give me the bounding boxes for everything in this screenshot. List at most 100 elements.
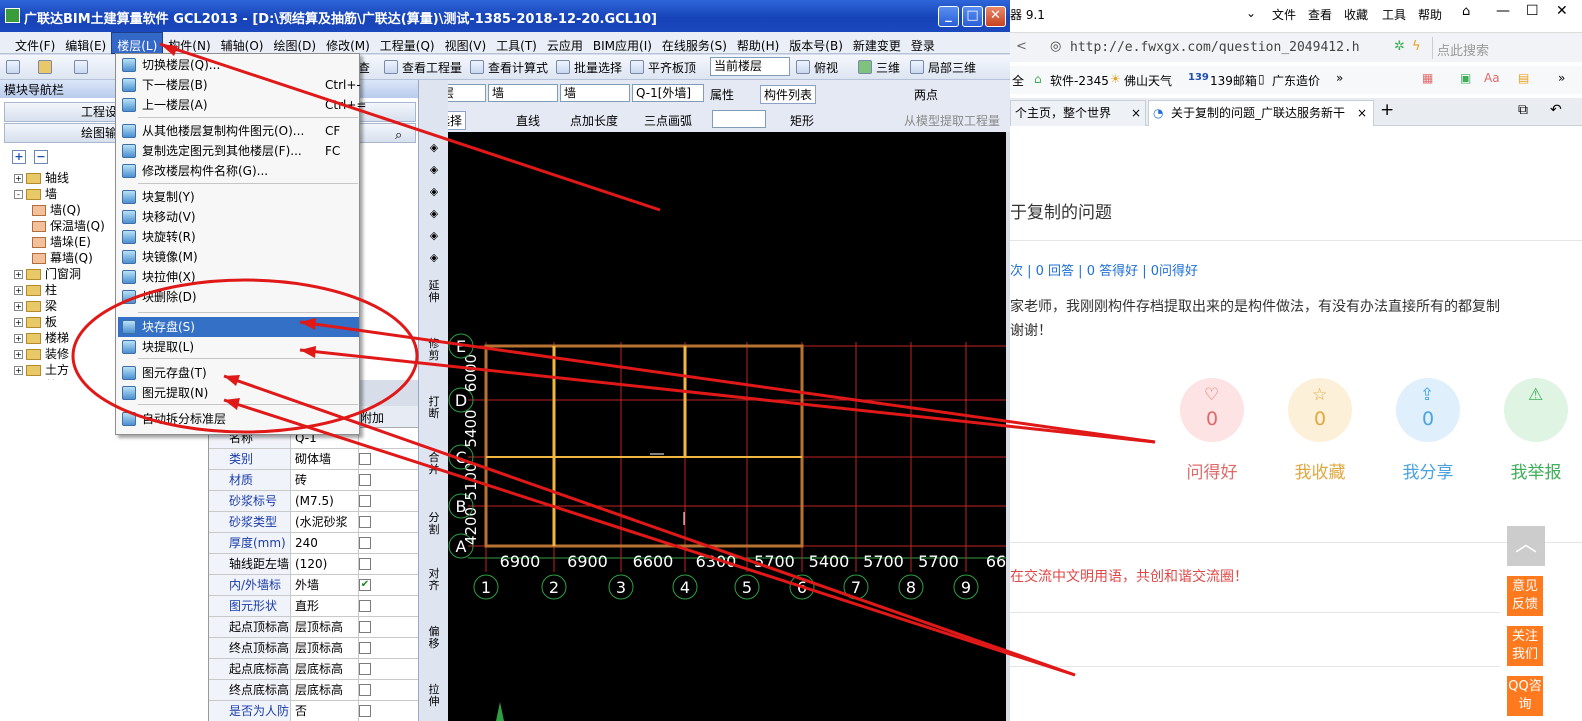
floor-menu-item[interactable]: 从其他楼层复制构件图元(O)... CF: [118, 121, 359, 141]
menu-new-change[interactable]: 新建变更: [848, 33, 906, 55]
tree-item[interactable]: + 装修: [14, 346, 69, 362]
floor-menu-item[interactable]: 切换楼层(Q)...: [118, 55, 359, 75]
menu-help[interactable]: 帮助(H): [732, 33, 784, 55]
expand-icon[interactable]: +: [14, 270, 23, 279]
property-value[interactable]: 层顶标高: [293, 617, 359, 637]
property-checkbox[interactable]: [359, 495, 371, 507]
url-field[interactable]: http://e.fwxgx.com/question_2049412.h: [1070, 40, 1390, 55]
property-row[interactable]: 材质砖: [209, 470, 419, 491]
three-d-icon[interactable]: [858, 59, 872, 74]
property-row[interactable]: 内/外墙标 外墙 ✔: [209, 575, 419, 596]
property-value[interactable]: 否: [293, 701, 359, 721]
expand-icon[interactable]: +: [14, 350, 23, 359]
property-checkbox[interactable]: [359, 663, 371, 675]
tab-close-icon[interactable]: ×: [1131, 101, 1141, 125]
property-checkbox[interactable]: ✔: [359, 579, 371, 591]
property-row[interactable]: 砂浆标号 (M7.5): [209, 491, 419, 512]
menu-view[interactable]: 视图(V): [440, 33, 492, 55]
property-checkbox[interactable]: [359, 537, 371, 549]
tree-item[interactable]: 墙(Q): [32, 202, 81, 218]
floor-menu-item[interactable]: 图元提取(N): [118, 383, 359, 403]
feedback-button[interactable]: 意见反馈: [1507, 576, 1543, 616]
expand-icon[interactable]: +: [14, 366, 23, 375]
property-row[interactable]: 类别 砌体墙: [209, 449, 419, 470]
expand-icon[interactable]: +: [14, 318, 23, 327]
property-row[interactable]: 轴线距左墙 (120): [209, 554, 419, 575]
tree-item[interactable]: 保温墙(Q): [32, 218, 105, 234]
view-formula-button[interactable]: 查看计算式: [488, 59, 548, 76]
property-checkbox[interactable]: [359, 642, 371, 654]
two-point-button[interactable]: 两点: [914, 86, 938, 103]
fav-139mail[interactable]: 139邮箱: [1210, 72, 1257, 89]
vtool-button[interactable]: 分割: [425, 512, 443, 536]
action-circle-button[interactable]: ♡ 0: [1180, 378, 1244, 442]
rectangle-tool-button[interactable]: 矩形: [790, 112, 814, 129]
tab-list-icon[interactable]: ⧉: [1518, 102, 1528, 118]
menu-online[interactable]: 在线服务(S): [657, 33, 732, 55]
edit-tool-icon[interactable]: ◈: [425, 142, 443, 154]
batch-select-button[interactable]: 批量选择: [574, 59, 622, 76]
menu-modify[interactable]: 修改(M): [321, 33, 375, 55]
extension-icon[interactable]: ▤: [1518, 71, 1529, 85]
tree-item[interactable]: -墙: [14, 186, 57, 202]
edit-tool-icon[interactable]: ◈: [425, 230, 443, 242]
collapse-all-icon[interactable]: −: [34, 150, 48, 164]
menu-tools[interactable]: 工具(T): [491, 33, 542, 55]
vtool-button[interactable]: 修剪: [425, 338, 443, 362]
new-tab-icon[interactable]: +: [1380, 100, 1394, 120]
line-tool-button[interactable]: 直线: [516, 112, 540, 129]
browser-menu-view[interactable]: 查看: [1308, 6, 1332, 23]
floor-menu-item[interactable]: 复制选定图元到其他楼层(F)... FC: [118, 141, 359, 161]
property-checkbox[interactable]: [359, 453, 371, 465]
tree-item[interactable]: + 梁: [14, 298, 57, 314]
property-value[interactable]: 层顶标高: [293, 638, 359, 658]
tree-item[interactable]: + 轴线: [14, 170, 69, 186]
menu-draw[interactable]: 绘图(D): [268, 33, 321, 55]
expand-icon[interactable]: +: [14, 174, 23, 183]
view-quantity-icon[interactable]: [384, 59, 398, 74]
action-circle-button[interactable]: ⇪ 0: [1396, 378, 1460, 442]
vtool-button[interactable]: 打断: [425, 396, 443, 420]
menu-cloud[interactable]: 云应用: [542, 33, 588, 55]
action-circle-button[interactable]: ⚠: [1504, 378, 1568, 442]
fav-gd-cost[interactable]: 广东造价: [1272, 72, 1320, 89]
property-value[interactable]: (M7.5): [293, 491, 359, 511]
floor-menu-item[interactable]: 图元存盘(T): [118, 363, 359, 383]
property-row[interactable]: 砂浆类型 (水泥砂浆: [209, 512, 419, 533]
vtool-button[interactable]: 对齐: [425, 568, 443, 592]
property-checkbox[interactable]: [359, 600, 371, 612]
property-checkbox[interactable]: [359, 474, 371, 486]
align-slab-icon[interactable]: [630, 59, 644, 74]
tree-item[interactable]: + 柱: [14, 282, 57, 298]
floor-menu-item[interactable]: 块旋转(R): [118, 227, 359, 247]
expand-icon[interactable]: +: [14, 302, 23, 311]
vtool-button[interactable]: 合并: [425, 452, 443, 476]
component-list-button[interactable]: 构件列表: [760, 85, 817, 104]
more-tools-icon[interactable]: »: [1558, 71, 1565, 85]
floor-menu-item[interactable]: 下一楼层(B) Ctrl+-: [118, 75, 361, 95]
tree-item[interactable]: + 板: [14, 314, 57, 330]
expand-icon[interactable]: +: [14, 286, 23, 295]
property-value[interactable]: (水泥砂浆: [293, 512, 359, 532]
drawing-canvas[interactable]: 1 6900 2 6900 3 6600 4 6300 5 5700 6 5400 7 5700 8 5700…: [448, 132, 1006, 721]
local-3d-button[interactable]: 局部三维: [928, 59, 976, 76]
extract-quantity-button[interactable]: 从模型提取工程量: [904, 112, 1000, 129]
menu-component[interactable]: 构件(N): [163, 33, 215, 55]
minimize-icon[interactable]: —: [1496, 3, 1510, 19]
type-select-2[interactable]: 墙: [560, 84, 630, 102]
apps-icon[interactable]: ▦: [1422, 71, 1433, 85]
floor-menu-item[interactable]: 自动拆分标准层: [118, 409, 359, 429]
vtool-button[interactable]: 拉伸: [425, 684, 443, 708]
tab-current[interactable]: ◔ 关于复制的问题_广联达服务新干 ×: [1148, 100, 1374, 126]
tree-item[interactable]: + 楼梯: [14, 330, 69, 346]
back-icon[interactable]: <: [1016, 39, 1027, 54]
fav-weather[interactable]: 佛山天气: [1124, 72, 1172, 89]
menu-bim[interactable]: BIM应用(I): [588, 33, 657, 55]
property-checkbox[interactable]: [359, 684, 371, 696]
tree-item[interactable]: + 土方: [14, 362, 69, 378]
vtool-button[interactable]: 偏移: [425, 626, 443, 650]
follow-us-button[interactable]: 关注我们: [1507, 626, 1543, 666]
more-favorites-icon[interactable]: »: [1336, 71, 1343, 85]
current-floor-select[interactable]: 当前楼层: [710, 57, 790, 76]
floor-menu-item[interactable]: 上一楼层(A) Ctrl+=: [118, 95, 366, 115]
